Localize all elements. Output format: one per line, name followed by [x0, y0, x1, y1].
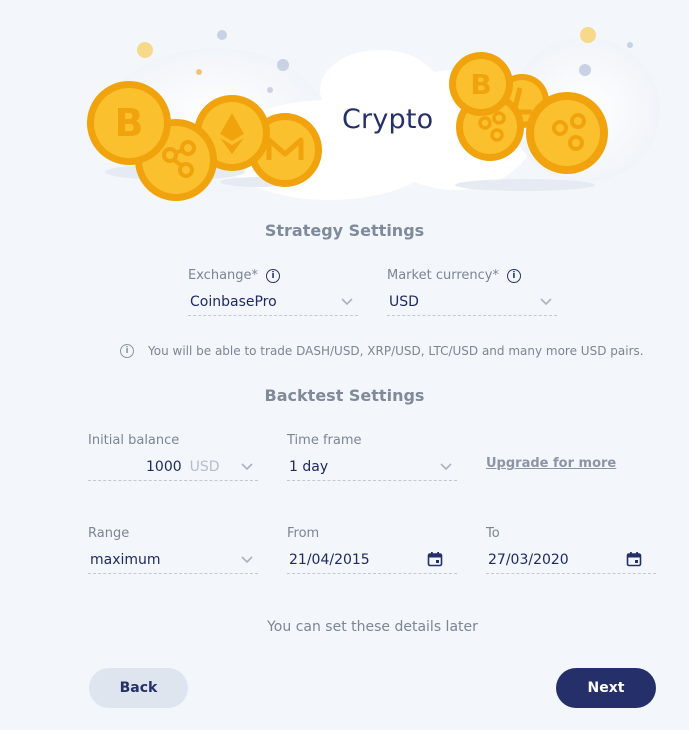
info-icon[interactable]: i — [266, 269, 281, 283]
set-later-note: You can set these details later — [267, 619, 478, 635]
hero-title: Crypto — [342, 104, 434, 135]
coin-shadow — [455, 179, 595, 191]
range-field: Range maximum — [88, 525, 258, 574]
back-button[interactable]: Back — [89, 668, 188, 708]
range-select[interactable]: maximum — [88, 547, 258, 574]
range-value: maximum — [90, 552, 161, 568]
info-icon[interactable]: i — [506, 269, 521, 283]
chevron-down-icon — [440, 463, 452, 471]
to-label: To — [486, 526, 500, 541]
exchange-select[interactable]: CoinbasePro — [188, 289, 358, 316]
exchange-value: CoinbasePro — [190, 294, 277, 310]
from-date-field: From 21/04/2015 — [287, 525, 457, 574]
chevron-down-icon — [540, 298, 552, 306]
pairs-notice-text: You will be able to trade DASH/USD, XRP/… — [148, 344, 644, 358]
info-icon: i — [120, 344, 134, 358]
chevron-down-icon — [341, 298, 353, 306]
calendar-icon[interactable] — [626, 551, 642, 567]
exchange-label-row: Exchange* i — [188, 267, 358, 285]
market-currency-value: USD — [389, 294, 419, 310]
strategy-settings-title: Strategy Settings — [264, 221, 425, 240]
bitcoin-coin-icon: B — [449, 52, 513, 116]
chevron-down-icon — [241, 556, 253, 564]
exchange-label: Exchange* — [188, 268, 259, 283]
market-currency-field: Market currency* i USD — [387, 267, 557, 316]
calendar-icon[interactable] — [427, 551, 443, 567]
time-frame-field: Time frame 1 day — [287, 432, 457, 481]
from-label: From — [287, 526, 320, 541]
balance-currency[interactable]: USD — [190, 459, 220, 475]
initial-balance-label: Initial balance — [88, 433, 180, 448]
initial-balance-field: Initial balance 1000 USD — [88, 432, 258, 481]
market-currency-label: Market currency* — [387, 268, 499, 283]
chevron-down-icon — [241, 463, 253, 471]
from-date-input[interactable]: 21/04/2015 — [287, 547, 457, 574]
time-frame-select[interactable]: 1 day — [287, 454, 457, 481]
initial-balance-value[interactable]: 1000 — [146, 459, 182, 475]
time-frame-label: Time frame — [287, 433, 362, 448]
initial-balance-input[interactable]: 1000 USD — [88, 454, 258, 481]
bitcoin-coin-icon: B — [87, 81, 171, 165]
upgrade-link[interactable]: Upgrade for more — [486, 456, 616, 471]
market-currency-select[interactable]: USD — [387, 289, 557, 316]
market-currency-label-row: Market currency* i — [387, 267, 557, 285]
ripple-coin-icon — [526, 92, 608, 174]
to-value: 27/03/2020 — [488, 552, 569, 568]
svg-text:B: B — [470, 68, 491, 101]
exchange-field: Exchange* i CoinbasePro — [188, 267, 358, 316]
from-value: 21/04/2015 — [289, 552, 370, 568]
next-button[interactable]: Next — [556, 668, 656, 708]
to-date-field: To 27/03/2020 — [486, 525, 656, 574]
svg-text:B: B — [115, 101, 144, 145]
backtest-settings-title: Backtest Settings — [264, 386, 425, 405]
range-label: Range — [88, 526, 130, 541]
time-frame-value: 1 day — [289, 459, 329, 475]
to-date-input[interactable]: 27/03/2020 — [486, 547, 656, 574]
hero-illustration: B B Crypto — [0, 0, 689, 210]
pairs-notice: i You will be able to trade DASH/USD, XR… — [120, 344, 644, 358]
